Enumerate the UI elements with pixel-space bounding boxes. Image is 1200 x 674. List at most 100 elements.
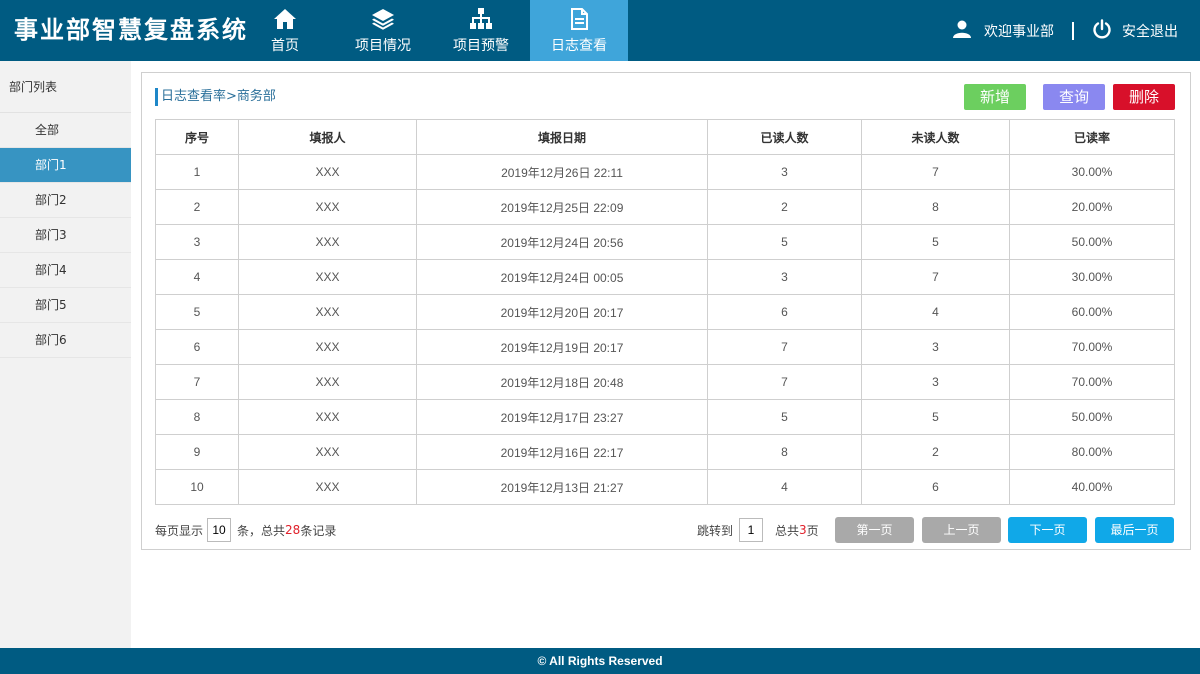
cell-unread: 5: [861, 224, 1010, 260]
cell-rate: 20.00%: [1009, 189, 1175, 225]
table-row[interactable]: 7 XXX 2019年12月18日 20:48 7 3 70.00%: [155, 364, 1175, 400]
cell-read: 3: [707, 259, 862, 295]
layers-icon: [371, 7, 395, 37]
pages-total: 3: [799, 523, 807, 537]
cell-index: 8: [155, 399, 239, 435]
table-row[interactable]: 1 XXX 2019年12月26日 22:11 3 7 30.00%: [155, 154, 1175, 190]
cell-read: 7: [707, 329, 862, 365]
breadcrumb: 日志查看率>商务部: [155, 88, 276, 106]
cell-rate: 30.00%: [1009, 259, 1175, 295]
cell-reporter: XXX: [238, 434, 417, 470]
cell-read: 5: [707, 224, 862, 260]
cell-unread: 3: [861, 329, 1010, 365]
cell-index: 6: [155, 329, 239, 365]
cell-reporter: XXX: [238, 469, 417, 505]
table-row[interactable]: 4 XXX 2019年12月24日 00:05 3 7 30.00%: [155, 259, 1175, 295]
cell-read: 4: [707, 469, 862, 505]
table-row[interactable]: 3 XXX 2019年12月24日 20:56 5 5 50.00%: [155, 224, 1175, 260]
cell-rate: 50.00%: [1009, 224, 1175, 260]
query-button[interactable]: 查询: [1043, 84, 1105, 110]
cell-rate: 30.00%: [1009, 154, 1175, 190]
add-button[interactable]: 新增: [964, 84, 1026, 110]
records-suffix: 条记录: [300, 523, 337, 538]
sidebar-item-dept6[interactable]: 部门6: [0, 323, 131, 358]
col-header-read: 已读人数: [707, 119, 862, 155]
page-size-input[interactable]: [207, 518, 232, 542]
prev-page-button[interactable]: 上一页: [922, 517, 1001, 543]
table-row[interactable]: 5 XXX 2019年12月20日 20:17 6 4 60.00%: [155, 294, 1175, 330]
last-page-button[interactable]: 最后一页: [1095, 517, 1174, 543]
cell-index: 7: [155, 364, 239, 400]
cell-index: 5: [155, 294, 239, 330]
sitemap-icon: [469, 7, 493, 37]
sidebar-item-dept4[interactable]: 部门4: [0, 253, 131, 288]
sidebar-item-all[interactable]: 全部: [0, 113, 131, 148]
jump-label: 跳转到: [697, 523, 734, 538]
cell-reporter: XXX: [238, 154, 417, 190]
sidebar-item-dept3[interactable]: 部门3: [0, 218, 131, 253]
col-header-unread: 未读人数: [861, 119, 1010, 155]
cell-rate: 80.00%: [1009, 434, 1175, 470]
table-row[interactable]: 6 XXX 2019年12月19日 20:17 7 3 70.00%: [155, 329, 1175, 365]
nav-home[interactable]: 首页: [236, 0, 334, 61]
cell-reporter: XXX: [238, 399, 417, 435]
document-icon: [567, 7, 591, 37]
first-page-button[interactable]: 第一页: [835, 517, 914, 543]
main-nav: 首页 项目情况 项目预警 日志查看: [236, 0, 628, 61]
col-header-index: 序号: [155, 119, 239, 155]
cell-unread: 6: [861, 469, 1010, 505]
home-icon: [273, 7, 297, 37]
cell-date: 2019年12月18日 20:48: [416, 364, 708, 400]
welcome-text: 欢迎事业部: [984, 24, 1054, 40]
logout-link[interactable]: 安全退出: [1122, 21, 1178, 41]
cell-date: 2019年12月24日 20:56: [416, 224, 708, 260]
header-divider: [1072, 22, 1074, 40]
table-row[interactable]: 10 XXX 2019年12月13日 21:27 4 6 40.00%: [155, 469, 1175, 505]
col-header-date: 填报日期: [416, 119, 708, 155]
jump-page-input[interactable]: [739, 518, 764, 542]
sidebar-item-dept1[interactable]: 部门1: [0, 148, 131, 183]
sidebar-item-dept2[interactable]: 部门2: [0, 183, 131, 218]
nav-warnings[interactable]: 项目预警: [432, 0, 530, 61]
cell-index: 9: [155, 434, 239, 470]
cell-unread: 2: [861, 434, 1010, 470]
cell-date: 2019年12月25日 22:09: [416, 189, 708, 225]
nav-logs[interactable]: 日志查看: [530, 0, 628, 61]
pagination: 每页显示 条，总共28条记录 跳转到 总共3页 第一页 上一页 下一页 最后一页: [155, 517, 1174, 543]
cell-index: 1: [155, 154, 239, 190]
table-row[interactable]: 9 XXX 2019年12月16日 22:17 8 2 80.00%: [155, 434, 1175, 470]
col-header-rate: 已读率: [1009, 119, 1175, 155]
cell-unread: 5: [861, 399, 1010, 435]
delete-button[interactable]: 删除: [1113, 84, 1175, 110]
top-header: 事业部智慧复盘系统 首页 项目情况 项目预警 日志查看 欢迎事业部 安全退出: [0, 0, 1200, 61]
table-row[interactable]: 2 XXX 2019年12月25日 22:09 2 8 20.00%: [155, 189, 1175, 225]
cell-index: 2: [155, 189, 239, 225]
cell-rate: 70.00%: [1009, 329, 1175, 365]
cell-reporter: XXX: [238, 259, 417, 295]
cell-index: 10: [155, 469, 239, 505]
cell-index: 3: [155, 224, 239, 260]
cell-read: 3: [707, 154, 862, 190]
cell-date: 2019年12月24日 00:05: [416, 259, 708, 295]
cell-reporter: XXX: [238, 364, 417, 400]
cell-date: 2019年12月13日 21:27: [416, 469, 708, 505]
nav-warnings-label: 项目预警: [453, 38, 509, 54]
cell-index: 4: [155, 259, 239, 295]
cell-rate: 40.00%: [1009, 469, 1175, 505]
table-header-row: 序号 填报人 填报日期 已读人数 未读人数 已读率: [155, 119, 1175, 155]
power-icon[interactable]: [1092, 19, 1112, 43]
cell-rate: 70.00%: [1009, 364, 1175, 400]
cell-reporter: XXX: [238, 189, 417, 225]
sidebar-item-dept5[interactable]: 部门5: [0, 288, 131, 323]
cell-reporter: XXX: [238, 329, 417, 365]
col-header-reporter: 填报人: [238, 119, 417, 155]
next-page-button[interactable]: 下一页: [1008, 517, 1087, 543]
sidebar-title: 部门列表: [0, 61, 131, 113]
nav-projects[interactable]: 项目情况: [334, 0, 432, 61]
table-row[interactable]: 8 XXX 2019年12月17日 23:27 5 5 50.00%: [155, 399, 1175, 435]
cell-rate: 60.00%: [1009, 294, 1175, 330]
app-title: 事业部智慧复盘系统: [14, 15, 248, 44]
cell-date: 2019年12月26日 22:11: [416, 154, 708, 190]
sidebar: 部门列表 全部 部门1 部门2 部门3 部门4 部门5 部门6: [0, 61, 131, 648]
cell-unread: 3: [861, 364, 1010, 400]
